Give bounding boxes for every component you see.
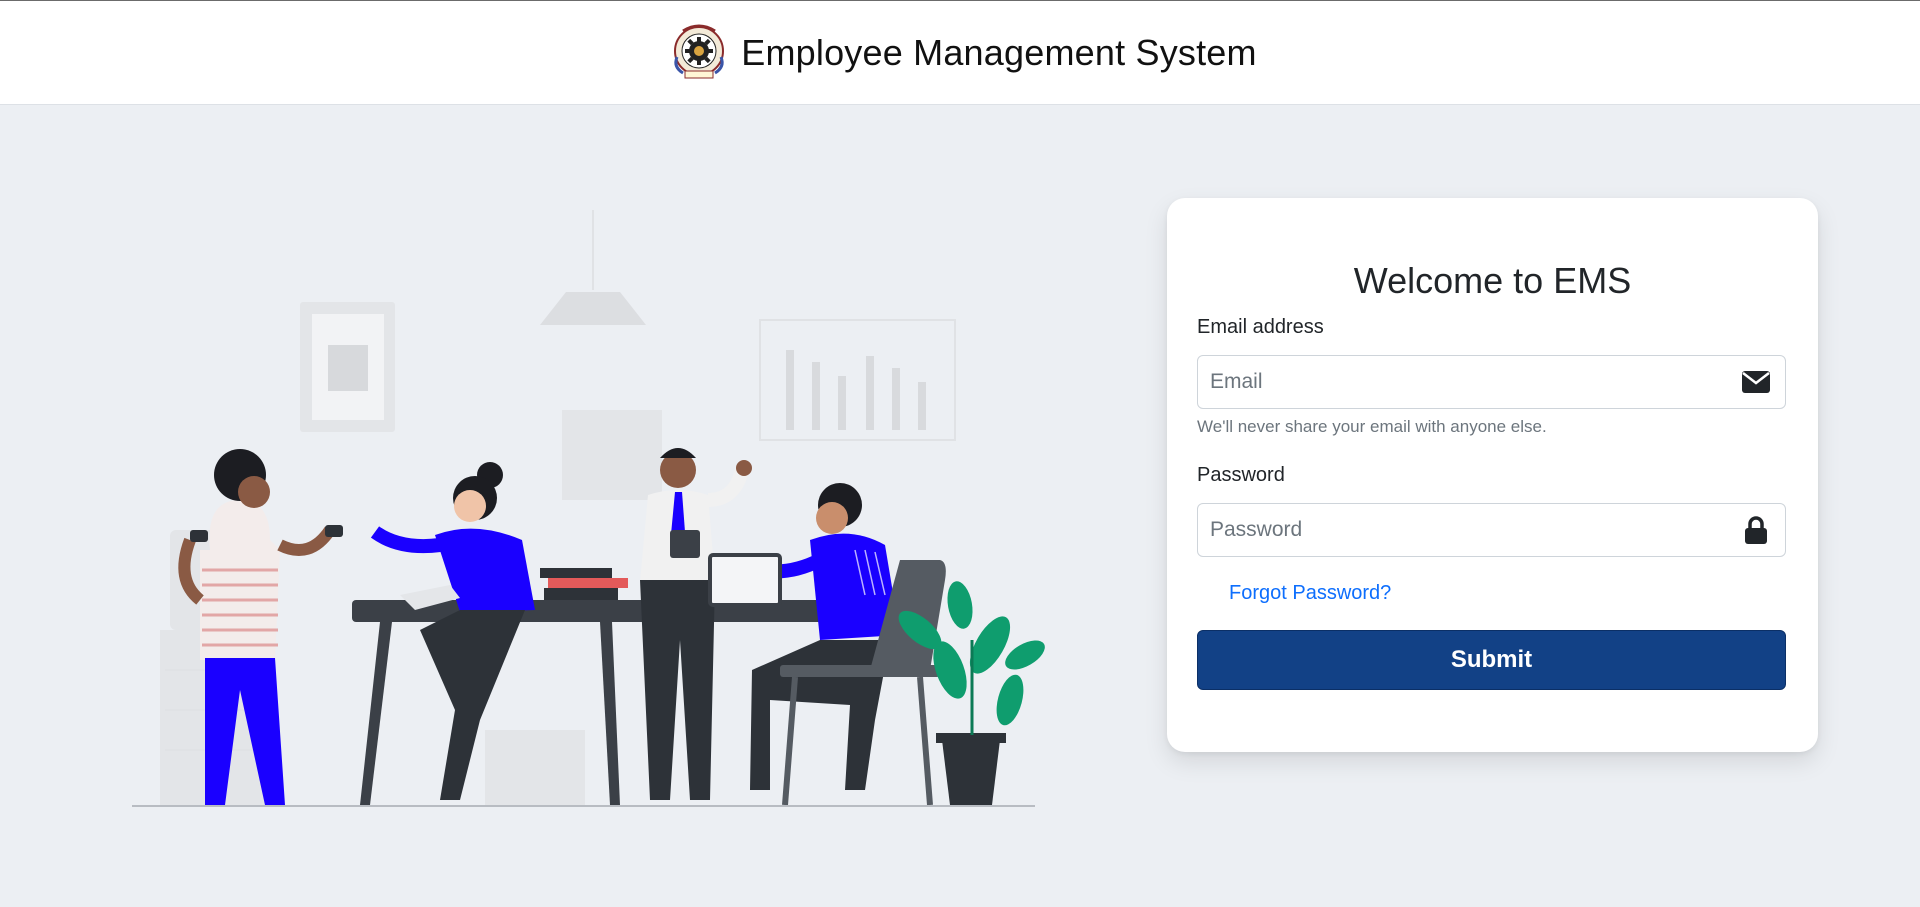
email-label: Email address [1197, 316, 1324, 338]
password-input[interactable] [1198, 504, 1741, 556]
password-label: Password [1197, 464, 1285, 486]
password-field-wrapper [1197, 503, 1786, 557]
email-field-wrapper [1197, 355, 1786, 409]
institution-seal-icon [674, 24, 725, 78]
brand[interactable]: Employee Management System [669, 23, 1257, 83]
envelope-icon [1741, 367, 1771, 397]
team-meeting-illustration [132, 210, 1045, 807]
app-title: Employee Management System [741, 31, 1257, 73]
forgot-password-link[interactable]: Forgot Password? [1229, 582, 1391, 605]
top-navbar: Employee Management System [0, 0, 1920, 105]
email-input[interactable] [1198, 356, 1741, 408]
login-title: Welcome to EMS [1353, 260, 1632, 301]
lock-icon [1741, 515, 1771, 545]
email-help-text: We'll never share your email with anyone… [1197, 417, 1547, 436]
submit-button[interactable]: Submit [1197, 630, 1786, 690]
login-card: Welcome to EMS Email address We'll never… [1167, 198, 1818, 752]
